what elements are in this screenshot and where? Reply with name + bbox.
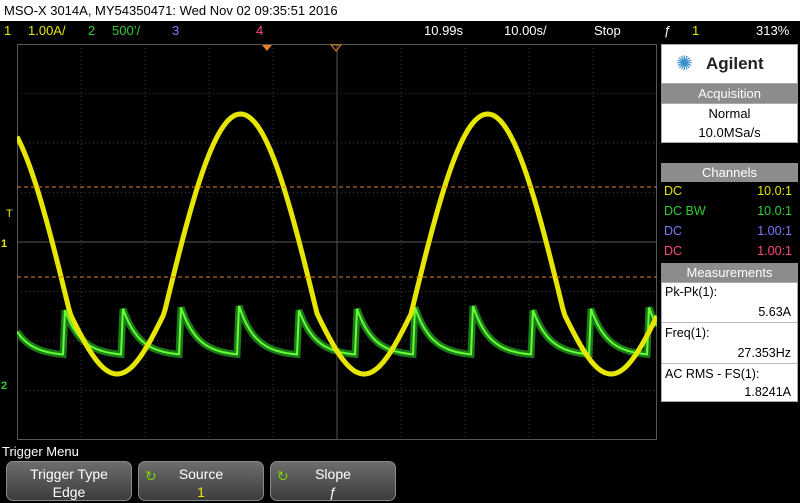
softkey-trigger-type[interactable]: Trigger Type Edge	[6, 461, 132, 501]
waveform-svg	[17, 44, 657, 440]
ch2-scale[interactable]: 500’/	[112, 21, 140, 41]
run-state[interactable]: Stop	[594, 21, 621, 41]
acquisition-box: Normal 10.0MSa/s	[661, 103, 798, 143]
channel-coupling: DC	[664, 244, 683, 258]
ch1-scale[interactable]: 1.00A/	[28, 21, 66, 41]
brand-box: ✺ Agilent	[661, 44, 798, 84]
menu-title: Trigger Menu	[2, 444, 79, 459]
rotate-knob-icon: ↻	[145, 468, 157, 484]
channel-coupling: DC BW	[664, 204, 706, 218]
measurement-name-pkpk: Pk-Pk(1):	[665, 285, 718, 299]
instrument-title: MSO-X 3014A, MY54350471: Wed Nov 02 09:3…	[4, 3, 338, 18]
measurements-header[interactable]: Measurements	[661, 263, 798, 282]
softkey-trigger-type-value: Edge	[52, 484, 86, 500]
status-line: 1 1.00A/ 2 500’/ 3 4 10.99s 10.00s/ Stop…	[0, 21, 800, 41]
channel-probe-ratio: 10.0:1	[757, 204, 792, 218]
acquisition-header[interactable]: Acquisition	[661, 84, 798, 103]
trigger-level[interactable]: 313%	[756, 21, 789, 41]
ch2-ground-marker[interactable]: 2	[1, 380, 7, 392]
softkey-slope[interactable]: ↻ Slope ƒ	[270, 461, 396, 501]
channel-probe-ratio: 1.00:1	[757, 224, 792, 238]
measurement-name-freq: Freq(1):	[665, 326, 710, 340]
channels-header[interactable]: Channels	[661, 163, 798, 182]
ch1-ground-marker[interactable]: 1	[1, 238, 7, 250]
ch2-number[interactable]: 2	[88, 21, 95, 41]
horizontal-delay[interactable]: 10.99s	[424, 21, 463, 41]
rotate-knob-icon: ↻	[277, 468, 289, 484]
graticule	[17, 44, 657, 440]
measurement-value-acrms: 1.8241A	[744, 385, 791, 399]
acquisition-mode: Normal	[708, 106, 751, 121]
measurements-box: Pk-Pk(1): 5.63A Freq(1): 27.353Hz AC RMS…	[661, 282, 798, 402]
softkey-source-label: Source	[178, 466, 224, 482]
right-info-panel: ✺ Agilent Acquisition Normal 10.0MSa/s C…	[660, 44, 800, 440]
agilent-logo-icon: ✺	[676, 53, 693, 75]
channel-probe-ratio: 1.00:1	[757, 244, 792, 258]
title-bar: MSO-X 3014A, MY54350471: Wed Nov 02 09:3…	[0, 0, 800, 21]
brand-name: Agilent	[706, 54, 764, 73]
softkey-trigger-type-label: Trigger Type	[30, 466, 108, 482]
softkey-source[interactable]: ↻ Source 1	[138, 461, 264, 501]
trigger-level-marker[interactable]: T	[6, 208, 13, 220]
channel-coupling: DC	[664, 224, 683, 238]
channel-markers: T 1 2	[0, 44, 17, 440]
measurement-value-pkpk: 5.63A	[758, 305, 791, 319]
softkey-slope-value: ƒ	[329, 484, 337, 500]
softkey-slope-label: Slope	[315, 466, 351, 482]
measurement-value-freq: 27.353Hz	[737, 346, 791, 360]
trigger-slope-icon: ƒ	[664, 23, 672, 38]
trigger-position-marker[interactable]	[262, 45, 272, 51]
ch4-number[interactable]: 4	[256, 21, 263, 41]
softkey-source-value: 1	[197, 484, 205, 500]
sample-rate: 10.0MSa/s	[698, 125, 761, 140]
measurement-name-acrms: AC RMS - FS(1):	[665, 367, 760, 381]
channel-probe-ratio: 10.0:1	[757, 184, 792, 198]
time-reference-marker[interactable]	[329, 44, 343, 52]
channel-coupling: DC	[664, 184, 683, 198]
waveform-display[interactable]	[17, 44, 657, 440]
channels-list: DC 10.0:1 DC BW 10.0:1 DC 1.00:1 DC 1.00:1	[661, 182, 798, 262]
trigger-source[interactable]: 1	[692, 21, 699, 41]
ch3-number[interactable]: 3	[172, 21, 179, 41]
timebase-scale[interactable]: 10.00s/	[504, 21, 547, 41]
ch1-number[interactable]: 1	[4, 21, 11, 41]
